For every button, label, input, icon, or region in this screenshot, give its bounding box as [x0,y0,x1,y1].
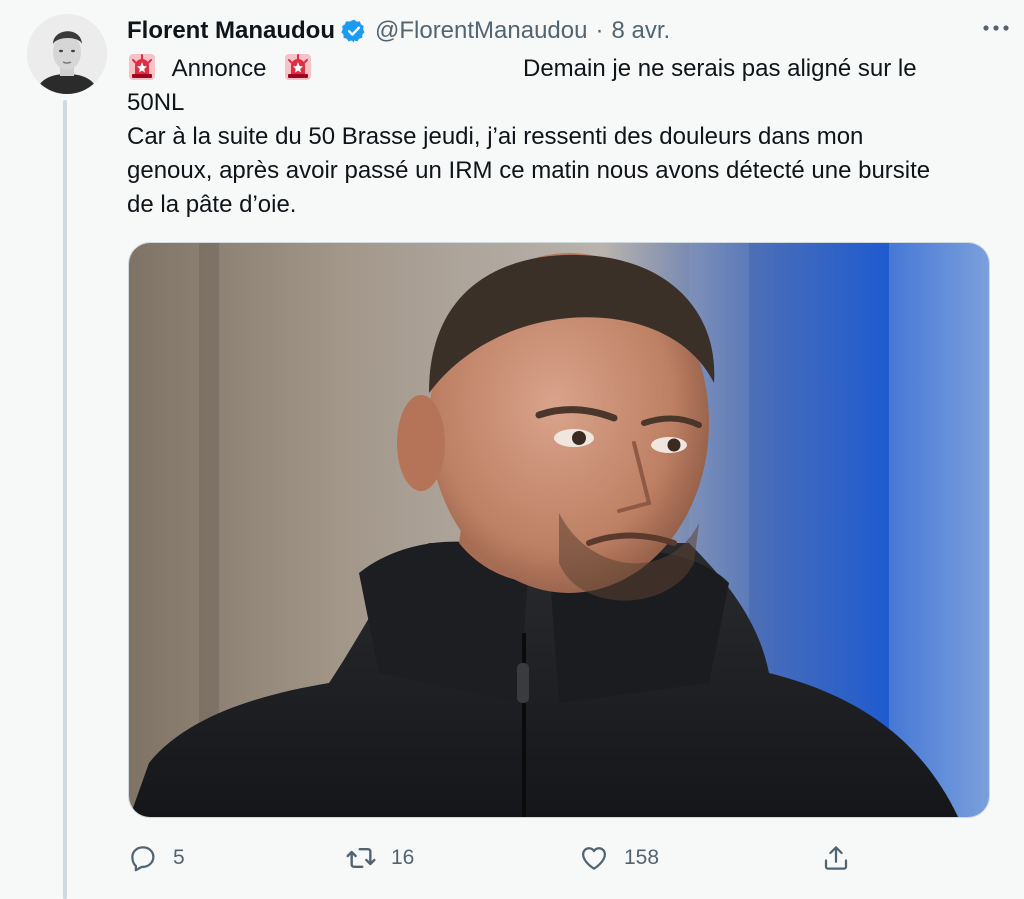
header-separator: · [595,17,604,44]
avatar[interactable] [27,14,107,94]
announcement-label: Annonce [171,55,267,82]
author-name[interactable]: Florent Manaudou [127,17,335,45]
like-button[interactable]: 158 [578,838,659,878]
tweet-photo[interactable] [128,242,990,818]
reply-button[interactable]: 5 [127,838,185,878]
tweet-text-line-5: de la pâte d’oie. [127,191,297,218]
like-count: 158 [624,846,660,869]
siren-icon [127,52,157,82]
retweet-icon [345,842,377,874]
tweet-text-line-4: genoux, après avoir passé un IRM ce mati… [127,157,931,184]
tweet-text-line-1-right: Demain je ne serais pas aligné sur le [523,55,917,82]
more-options-icon[interactable] [978,10,1014,46]
tweet[interactable]: Florent Manaudou @FlorentManaudou · 8 av… [0,0,1024,899]
tweet-header: Florent Manaudou @FlorentManaudou · 8 av… [127,16,987,46]
share-button[interactable] [820,838,852,878]
thread-line [63,100,67,899]
retweet-button[interactable]: 16 [345,838,414,878]
reply-icon [127,842,159,874]
tweet-date[interactable]: 8 avr. [611,17,670,45]
share-icon [820,842,852,874]
tweet-text-line-1: Annonce Demain je ne serais pas aligné s… [127,52,987,86]
verified-badge-icon [341,18,367,44]
tweet-text-line-3: Car à la suite du 50 Brasse jeudi, j’ai … [127,123,864,150]
siren-icon [283,52,313,82]
action-bar: 5 16 158 [127,838,987,878]
tweet-text-line-2: 50NL [127,89,185,116]
reply-count: 5 [173,846,185,869]
author-handle[interactable]: @FlorentManaudou [375,17,587,45]
heart-icon [578,842,610,874]
retweet-count: 16 [391,846,415,869]
